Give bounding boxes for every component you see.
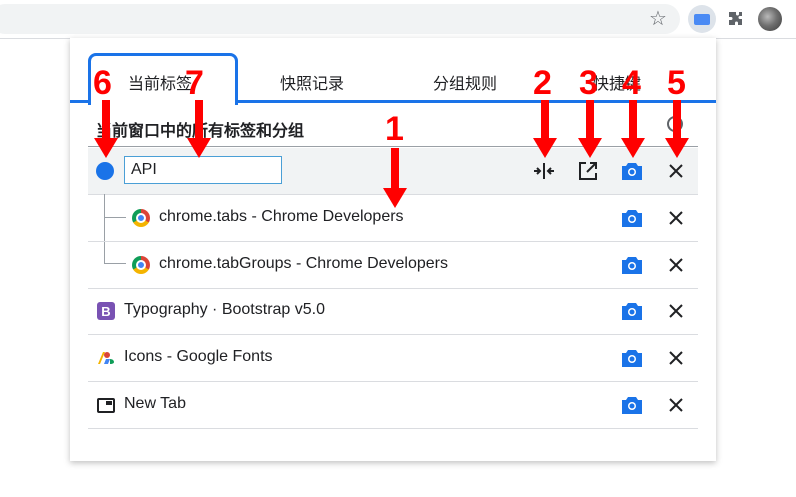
open-in-new-window-icon[interactable] — [576, 159, 600, 183]
tab-title[interactable]: Typography · Bootstrap v5.0 — [124, 301, 325, 319]
tab-manager-extension-icon[interactable] — [688, 5, 716, 33]
tab-title[interactable]: Icons - Google Fonts — [124, 348, 273, 366]
chrome-icon — [132, 256, 150, 274]
close-icon[interactable] — [664, 299, 688, 323]
annotation-arrow — [578, 100, 602, 158]
avatar[interactable] — [758, 7, 782, 31]
tab-row[interactable]: Icons - Google Fonts — [88, 335, 698, 382]
camera-icon[interactable] — [620, 206, 644, 230]
camera-icon[interactable] — [620, 299, 644, 323]
annotation-arrow — [621, 100, 645, 158]
annotation-number: 2 — [533, 64, 552, 102]
close-icon[interactable] — [664, 346, 688, 370]
camera-icon[interactable] — [620, 159, 644, 183]
tab-title[interactable]: New Tab — [124, 395, 186, 413]
close-icon[interactable] — [664, 206, 688, 230]
ungroup-icon[interactable] — [532, 159, 556, 183]
browser-toolbar: ☆ — [0, 0, 796, 38]
group-color-dot[interactable] — [96, 162, 114, 180]
group-name-input[interactable] — [124, 156, 282, 184]
annotation-arrow — [665, 100, 689, 158]
puzzle-icon[interactable] — [724, 7, 748, 31]
google-fonts-icon — [98, 352, 114, 364]
tab-group-rules[interactable]: 分组规则 — [433, 70, 497, 94]
annotation-number: 5 — [667, 64, 686, 102]
tab-row[interactable]: B Typography · Bootstrap v5.0 — [88, 288, 698, 335]
annotation-arrow — [187, 100, 211, 158]
camera-icon[interactable] — [620, 393, 644, 417]
tab-current-label[interactable]: 当前标签 — [128, 70, 192, 94]
annotation-number: 1 — [385, 110, 404, 148]
tab-row[interactable]: New Tab — [88, 382, 698, 429]
tab-title[interactable]: chrome.tabs - Chrome Developers — [159, 208, 404, 226]
tab-row[interactable]: chrome.tabGroups - Chrome Developers — [88, 242, 698, 289]
tab-snapshots[interactable]: 快照记录 — [280, 70, 344, 94]
bootstrap-icon: B — [97, 302, 115, 320]
annotation-arrow — [383, 148, 407, 208]
annotation-number: 7 — [185, 64, 204, 102]
address-bar[interactable] — [0, 4, 680, 34]
star-icon[interactable]: ☆ — [646, 7, 670, 31]
annotation-arrow — [533, 100, 557, 158]
annotation-number: 6 — [93, 64, 112, 102]
annotation-number: 3 — [579, 64, 598, 102]
camera-icon[interactable] — [620, 346, 644, 370]
annotation-arrow — [94, 100, 118, 158]
close-icon[interactable] — [664, 253, 688, 277]
tab-title[interactable]: chrome.tabGroups - Chrome Developers — [159, 255, 448, 273]
close-icon[interactable] — [664, 159, 688, 183]
annotation-number: 4 — [622, 64, 641, 102]
camera-icon[interactable] — [620, 253, 644, 277]
new-tab-icon — [97, 398, 115, 413]
chrome-icon — [132, 209, 150, 227]
close-icon[interactable] — [664, 393, 688, 417]
